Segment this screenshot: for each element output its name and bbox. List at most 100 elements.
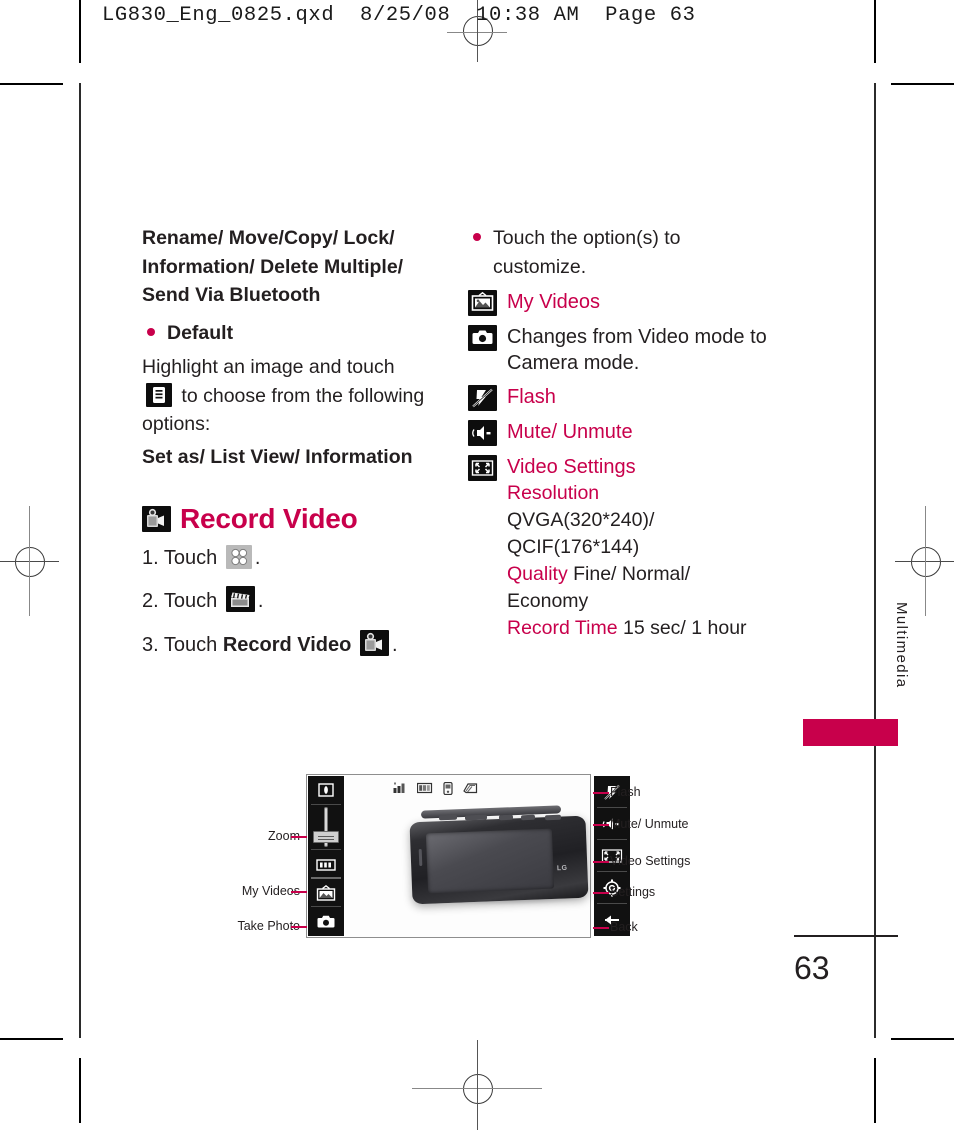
option-video-settings: Video Settings Resolution QVGA(320*240)/… bbox=[468, 454, 768, 642]
zoom-knob[interactable] bbox=[313, 831, 339, 844]
callout-back: Back bbox=[610, 920, 638, 934]
registration-mark-right bbox=[895, 506, 954, 616]
record-time-values: 15 sec/ 1 hour bbox=[622, 617, 747, 639]
step-2-suffix: . bbox=[257, 590, 264, 612]
crop-mark-top-left-h bbox=[0, 83, 63, 85]
bullet-dot-icon bbox=[473, 233, 481, 241]
step-3: 3. Touch Record Video . bbox=[142, 629, 432, 660]
clapperboard-icon bbox=[225, 586, 255, 612]
zoom-slider-icon[interactable] bbox=[313, 807, 339, 848]
callout-my-videos: My Videos bbox=[170, 884, 300, 898]
figure-zoom-slider[interactable] bbox=[308, 805, 344, 851]
customize-bullet-item: Touch the option(s) to customize. bbox=[468, 224, 768, 281]
my-videos-label: My Videos bbox=[507, 291, 601, 313]
page-number: 63 bbox=[794, 950, 830, 986]
my-videos-icon bbox=[468, 290, 497, 316]
section-tab-label: Multimedia bbox=[893, 602, 910, 689]
figure-viewfinder: LG bbox=[345, 775, 590, 937]
folio-rule bbox=[794, 935, 898, 937]
options-list-text: Rename/ Move/Copy/ Lock/ Information/ De… bbox=[142, 227, 404, 306]
record-time-label: Record Time bbox=[507, 617, 618, 639]
crop-mark-bottom-right-h bbox=[891, 1038, 954, 1040]
phone-icon bbox=[443, 782, 453, 795]
left-text-column: Rename/ Move/Copy/ Lock/ Information/ De… bbox=[142, 224, 432, 673]
figure-my-videos-button[interactable] bbox=[308, 879, 344, 908]
resolution-label: Resolution bbox=[507, 482, 600, 504]
video-settings-detail: Resolution QVGA(320*240)/ QCIF(176*144) … bbox=[507, 480, 768, 642]
phone-screen bbox=[425, 828, 555, 894]
record-video-heading: Record Video bbox=[142, 503, 432, 534]
figure-left-toolbar bbox=[308, 776, 344, 936]
record-video-title: Record Video bbox=[180, 503, 358, 534]
crop-mark-top-right-h bbox=[891, 83, 954, 85]
phone-key bbox=[498, 814, 514, 821]
mode-icon bbox=[463, 782, 478, 795]
callout-my-videos-leader bbox=[291, 891, 307, 893]
callout-settings: Settings bbox=[610, 885, 655, 899]
figure-take-photo-button[interactable] bbox=[308, 907, 344, 936]
step-1: 1. Touch . bbox=[142, 544, 432, 573]
options-result-text: Set as/ List View/ Information bbox=[142, 445, 413, 468]
step-2: 2. Touch . bbox=[142, 586, 432, 616]
figure-brightness-button[interactable] bbox=[308, 776, 344, 805]
callout-flash: Flash bbox=[610, 785, 641, 799]
section-tab-block bbox=[803, 719, 898, 746]
options-menu-icon bbox=[146, 382, 172, 407]
crop-mark-bottom-left-v bbox=[79, 1058, 81, 1123]
camcorder-ui-figure: LG bbox=[306, 774, 630, 938]
callout-settings-label: Settings bbox=[610, 885, 656, 899]
step-3-suffix: . bbox=[391, 633, 398, 656]
default-label: Default bbox=[167, 321, 234, 344]
camera-mode-label: Changes from Video mode to Camera mode. bbox=[507, 326, 767, 374]
default-bullet-item: Default bbox=[142, 319, 432, 348]
option-flash: Flash bbox=[468, 384, 768, 411]
flash-label: Flash bbox=[507, 386, 556, 408]
right-text-column: Touch the option(s) to customize. My Vid… bbox=[468, 224, 768, 648]
phone-key bbox=[520, 814, 536, 821]
callout-video-settings-leader bbox=[593, 861, 609, 863]
resolution-values: QVGA(320*240)/ QCIF(176*144) bbox=[507, 509, 655, 558]
step-1-suffix: . bbox=[254, 546, 261, 569]
callout-zoom: Zoom bbox=[190, 829, 300, 843]
callout-video-settings: Video Settings bbox=[610, 854, 690, 868]
instruction-part1: Highlight an image and touch bbox=[142, 356, 395, 378]
bullet-dot-icon bbox=[147, 327, 155, 336]
step-2-text: 2. Touch bbox=[142, 590, 218, 612]
mute-label: Mute/ Unmute bbox=[507, 421, 633, 443]
callout-mute-label: Mute/ Unmute bbox=[610, 817, 689, 831]
customize-text: Touch the option(s) to customize. bbox=[493, 227, 681, 278]
phone-lg-logo: LG bbox=[556, 864, 568, 873]
figure-status-icons bbox=[393, 782, 478, 795]
instruction-part2: to choose from the following options: bbox=[142, 384, 425, 436]
instruction-text: Highlight an image and touch to choose f… bbox=[142, 353, 432, 439]
phone-speaker bbox=[418, 848, 423, 867]
callout-take-photo: Take Photo bbox=[170, 919, 300, 933]
callout-back-leader bbox=[593, 927, 609, 929]
mute-icon bbox=[468, 420, 497, 446]
battery-icon bbox=[417, 782, 433, 795]
quality-label: Quality bbox=[507, 563, 568, 585]
camcorder-icon bbox=[359, 629, 389, 656]
figure-white-balance-button[interactable] bbox=[308, 850, 344, 879]
registration-mark-bottom bbox=[412, 1040, 542, 1130]
crop-mark-top-left-v bbox=[79, 0, 81, 63]
phone-key bbox=[464, 814, 488, 821]
callout-back-label: Back bbox=[610, 920, 638, 934]
crop-mark-top-right-v bbox=[874, 0, 876, 63]
signal-icon bbox=[393, 782, 407, 795]
crop-mark-bottom-left-h bbox=[0, 1038, 63, 1040]
flash-icon bbox=[468, 385, 497, 411]
phone-device-photo: LG bbox=[405, 805, 590, 917]
callout-video-settings-label: Video Settings bbox=[610, 854, 691, 868]
phone-key bbox=[544, 814, 562, 821]
grid-icon bbox=[225, 544, 252, 569]
callout-mute-leader bbox=[593, 824, 609, 826]
callout-mute: Mute/ Unmute bbox=[610, 817, 689, 831]
step-1-text: 1. Touch bbox=[142, 546, 218, 569]
callout-flash-label: Flash bbox=[610, 785, 641, 799]
callout-flash-leader bbox=[593, 792, 609, 794]
step-3-text: 3. Touch bbox=[142, 633, 218, 656]
registration-mark-left bbox=[0, 506, 59, 616]
camera-icon bbox=[468, 325, 497, 351]
callout-settings-leader bbox=[593, 892, 609, 894]
